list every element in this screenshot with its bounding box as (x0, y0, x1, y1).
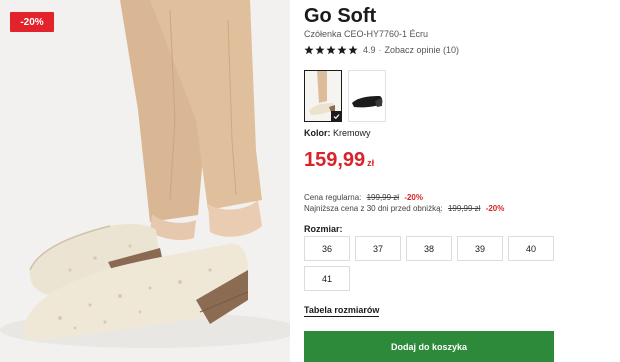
size-button[interactable]: 36 (304, 236, 350, 261)
price-value: 159,99 (304, 149, 366, 171)
star-icon (337, 45, 347, 55)
lowest-price-discount: -20% (485, 204, 505, 213)
discount-badge: -20% (10, 12, 54, 32)
size-grid: 36 37 38 39 40 41 (304, 236, 556, 291)
rating-stars (304, 45, 358, 55)
rating-value: 4.9 (363, 45, 376, 55)
regular-price-old: 199,99 zł (366, 193, 400, 202)
star-icon (348, 45, 358, 55)
size-button[interactable]: 38 (406, 236, 452, 261)
product-details: Go Soft Czółenka CEO-HY7760-1 Écru 4.9 ·… (304, 0, 610, 362)
add-to-cart-button[interactable]: Dodaj do koszyka (304, 331, 554, 362)
model-name: Czółenka CEO-HY7760-1 Écru (304, 29, 429, 39)
black-shoe-thumbnail (349, 71, 385, 121)
size-table-link[interactable]: Tabela rozmiarów (304, 305, 380, 317)
product-photo (0, 0, 290, 362)
star-icon (315, 45, 325, 55)
price-currency: zł (367, 158, 375, 168)
color-swatch-black[interactable] (348, 70, 386, 122)
rating-row: 4.9 · Zobacz opinie (10) (304, 44, 459, 56)
lowest-price-label: Najniższa cena z 30 dni przed obniżką: (304, 204, 443, 213)
lowest-price-row: Najniższa cena z 30 dni przed obniżką: 1… (304, 204, 504, 213)
selected-check-icon (331, 111, 341, 121)
size-button[interactable]: 39 (457, 236, 503, 261)
star-icon (326, 45, 336, 55)
color-value: Kremowy (333, 128, 371, 138)
size-button[interactable]: 40 (508, 236, 554, 261)
size-button[interactable]: 37 (355, 236, 401, 261)
size-button[interactable]: 41 (304, 266, 350, 291)
reviews-link[interactable]: Zobacz opinie (10) (385, 45, 460, 55)
regular-price-row: Cena regularna: 199,99 zł -20% (304, 193, 423, 202)
color-swatch-cream[interactable] (304, 70, 342, 122)
regular-price-label: Cena regularna: (304, 193, 362, 202)
rating-separator: · (378, 45, 382, 55)
color-label: Kolor: (304, 128, 331, 138)
star-icon (304, 45, 314, 55)
current-price: 159,99 zł (304, 149, 374, 172)
color-info: Kolor: Kremowy (304, 128, 371, 138)
brand-title: Go Soft (304, 5, 377, 27)
regular-price-discount: -20% (404, 193, 423, 202)
size-label: Rozmiar: (304, 224, 343, 234)
lowest-price-old: 199,99 zł (447, 204, 481, 213)
color-swatches (304, 70, 386, 122)
product-image[interactable]: -20% (0, 0, 290, 362)
